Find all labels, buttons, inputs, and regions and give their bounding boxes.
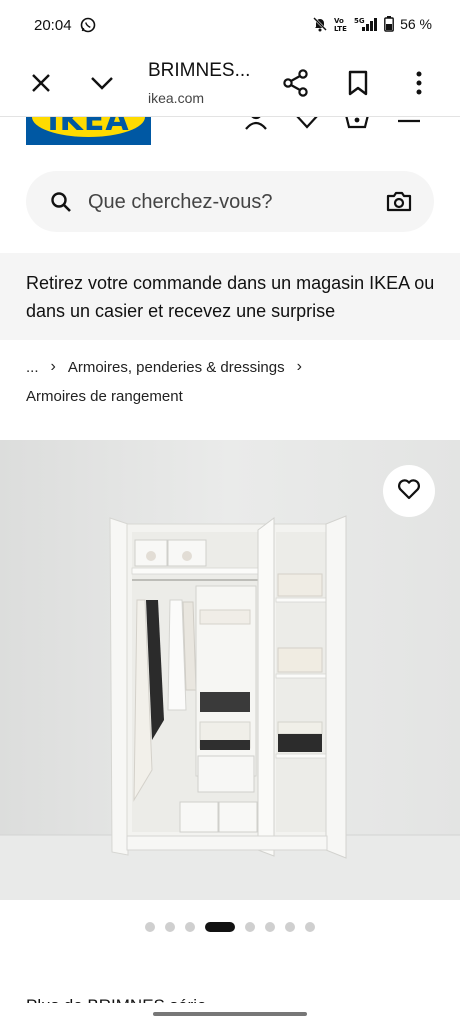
battery-percent: 56 % — [400, 16, 432, 32]
site-header: IKEA — [0, 117, 460, 157]
svg-text:Vo: Vo — [334, 17, 344, 25]
search-bar[interactable] — [26, 171, 434, 232]
breadcrumb-item-armoires-penderies[interactable]: Armoires, penderies & dressings — [68, 359, 285, 376]
mute-icon — [312, 16, 328, 32]
svg-text:LTE: LTE — [334, 25, 347, 32]
heart-icon — [397, 478, 421, 505]
whatsapp-icon — [80, 17, 96, 38]
carousel-dot[interactable] — [205, 922, 235, 932]
page-title[interactable]: BRIMNES... — [148, 60, 250, 82]
svg-text:5G: 5G — [354, 17, 365, 25]
breadcrumb-item-armoires-rangement[interactable]: Armoires de rangement — [26, 388, 183, 405]
account-icon[interactable] — [243, 117, 269, 131]
status-icons: Vo LTE 5G 56 % — [312, 16, 432, 32]
carousel-dot[interactable] — [265, 922, 275, 932]
battery-icon — [384, 16, 394, 32]
close-icon[interactable] — [28, 70, 54, 96]
carousel-dot[interactable] — [145, 922, 155, 932]
volte-icon: Vo LTE — [334, 16, 348, 32]
carousel-dot[interactable] — [185, 922, 195, 932]
carousel-indicator — [0, 920, 460, 934]
basket-icon[interactable] — [344, 117, 370, 131]
more-icon[interactable] — [408, 68, 430, 98]
carousel-dot[interactable] — [305, 922, 315, 932]
browser-tab-bar: BRIMNES... ikea.com — [0, 52, 460, 117]
logo-text: IKEA — [47, 117, 130, 138]
breadcrumb-ellipsis[interactable]: ... — [26, 359, 39, 376]
5g-signal-icon: 5G — [354, 16, 378, 32]
menu-icon[interactable] — [396, 117, 422, 131]
status-time: 20:04 — [34, 17, 72, 34]
promo-text: Retirez votre commande dans un magasin I… — [26, 273, 435, 321]
gesture-nav-bar — [0, 1003, 460, 1024]
ikea-logo[interactable]: IKEA — [26, 117, 151, 145]
search-icon[interactable] — [50, 191, 72, 218]
share-icon[interactable] — [282, 68, 310, 98]
breadcrumb-separator: › — [50, 358, 56, 375]
carousel-dot[interactable] — [165, 922, 175, 932]
breadcrumb-separator: › — [296, 358, 302, 375]
breadcrumb: ... › Armoires, penderies & dressings › … — [26, 356, 446, 408]
gesture-handle[interactable] — [153, 1012, 307, 1016]
heart-icon[interactable] — [294, 117, 320, 131]
carousel-dot[interactable] — [245, 922, 255, 932]
promo-banner[interactable]: Retirez votre commande dans un magasin I… — [0, 253, 460, 340]
chevron-down-icon[interactable] — [88, 70, 116, 96]
page-url[interactable]: ikea.com — [148, 90, 204, 106]
bookmark-icon[interactable] — [345, 68, 371, 98]
carousel-dot[interactable] — [285, 922, 295, 932]
search-input[interactable] — [86, 183, 370, 221]
status-bar: 20:04 Vo LTE 5G 56 % — [0, 0, 460, 52]
camera-icon[interactable] — [386, 190, 412, 217]
favorite-button[interactable] — [383, 465, 435, 517]
